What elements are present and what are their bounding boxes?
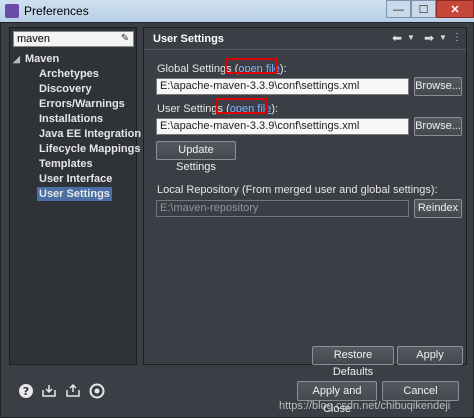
help-icon[interactable]: ? [18, 383, 34, 399]
tree-item-label: Maven [25, 53, 60, 65]
tree-item-user-settings[interactable]: User Settings [10, 187, 136, 202]
highlight-box [225, 58, 277, 74]
tree-item-maven[interactable]: ◢ Maven [10, 52, 136, 67]
window-titlebar: Preferences — ☐ ✕ [0, 0, 474, 22]
filter-input[interactable]: maven ✎ [13, 31, 134, 47]
window-title: Preferences [24, 4, 89, 18]
tree-item-archetypes[interactable]: Archetypes [10, 67, 136, 82]
tree-item-discovery[interactable]: Discovery [10, 82, 136, 97]
collapse-triangle-icon[interactable]: ◢ [13, 52, 25, 67]
global-browse-button[interactable]: Browse... [414, 77, 462, 96]
forward-arrow-icon[interactable]: ➡ [422, 31, 436, 45]
preference-tree: ◢ Maven Archetypes Discovery Errors/Warni… [10, 52, 141, 202]
tree-item-lifecycle-mappings[interactable]: Lifecycle Mappings [10, 142, 140, 157]
clear-filter-icon[interactable]: ✎ [119, 33, 131, 45]
tree-item-installations[interactable]: Installations [10, 112, 136, 127]
user-browse-button[interactable]: Browse... [414, 117, 462, 136]
local-repository-field: E:\maven-repository [156, 200, 409, 217]
apply-and-close-button[interactable]: Apply and Close [297, 381, 377, 415]
user-settings-field[interactable]: E:\apache-maven-3.3.9\conf\settings.xml [156, 118, 409, 135]
filter-input-value: maven [17, 33, 51, 45]
local-repository-label: Local Repository (From merged user and g… [157, 184, 438, 196]
import-icon[interactable] [41, 383, 57, 399]
update-settings-button[interactable]: Update Settings [156, 141, 236, 173]
preference-tree-panel: maven ✎ ◢ Maven Archetypes Discovery Erro… [9, 27, 141, 365]
export-icon[interactable] [65, 383, 81, 399]
minimize-button[interactable]: — [386, 0, 411, 18]
restore-defaults-button[interactable]: Restore Defaults [312, 346, 394, 378]
page-title: User Settings [153, 33, 224, 45]
eclipse-app-icon [5, 4, 19, 18]
back-dropdown-icon[interactable]: ▼ [404, 31, 418, 45]
tree-item-templates[interactable]: Templates [10, 157, 136, 172]
highlight-box [216, 98, 268, 114]
maximize-button[interactable]: ☐ [411, 0, 436, 18]
page-header: User Settings ⬅ ▼ ➡ ▼ ⋮ [144, 28, 466, 50]
watermark-text: https://blog.csdn.net/chibuqikendeji [279, 400, 451, 412]
close-window-button[interactable]: ✕ [436, 0, 474, 18]
apply-button[interactable]: Apply [397, 346, 463, 365]
svg-text:?: ? [23, 385, 29, 398]
global-settings-field[interactable]: E:\apache-maven-3.3.9\conf\settings.xml [156, 78, 409, 95]
back-arrow-icon[interactable]: ⬅ [390, 31, 404, 45]
tree-item-user-interface[interactable]: User Interface [10, 172, 136, 187]
view-menu-icon[interactable]: ⋮ [450, 31, 464, 45]
preferences-dialog: maven ✎ ◢ Maven Archetypes Discovery Erro… [0, 22, 474, 418]
gear-icon[interactable] [89, 383, 105, 399]
settings-page: User Settings ⬅ ▼ ➡ ▼ ⋮ Global Settings … [143, 27, 467, 378]
tree-item-errors-warnings[interactable]: Errors/Warnings [10, 97, 136, 112]
tree-item-java-ee-integration[interactable]: Java EE Integration [10, 127, 141, 142]
forward-dropdown-icon[interactable]: ▼ [436, 31, 450, 45]
cancel-button[interactable]: Cancel [382, 381, 459, 401]
reindex-button[interactable]: Reindex [414, 199, 462, 218]
